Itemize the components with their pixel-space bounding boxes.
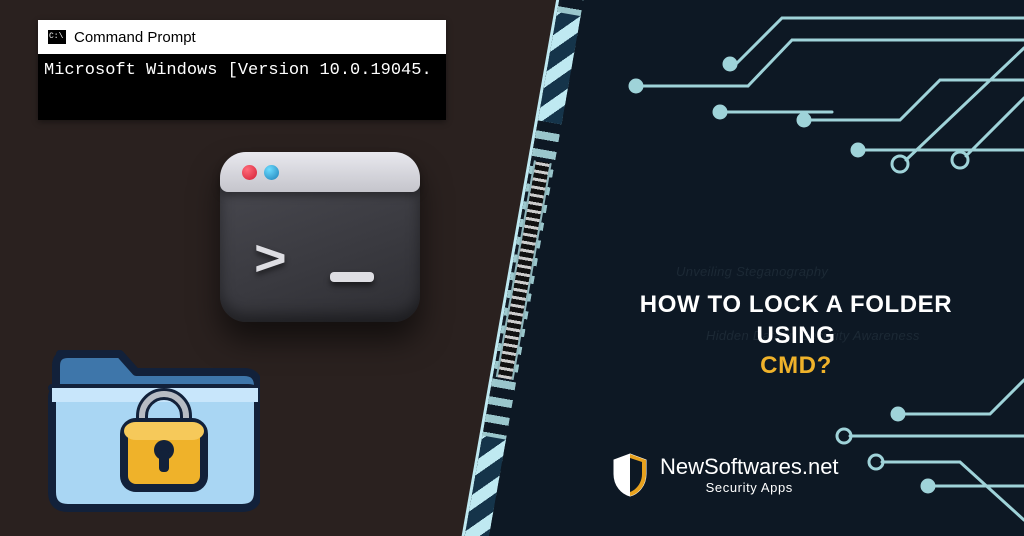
brand-shield-icon [610, 452, 650, 498]
promo-banner: Command Prompt Microsoft Windows [Versio… [0, 0, 1024, 536]
brand-name-main: NewSoftwares [660, 454, 802, 479]
headline-line-1: HOW TO LOCK A FOLDER USING [640, 291, 952, 349]
brand-name-domain: .net [802, 454, 839, 479]
brand-block: NewSoftwares.net Security Apps [610, 452, 839, 498]
brand-tagline: Security Apps [660, 481, 839, 494]
brand-name: NewSoftwares.net [660, 456, 839, 478]
headline: HOW TO LOCK A FOLDER USING CMD? [598, 290, 994, 382]
headline-line-2: CMD? [760, 352, 832, 379]
watermark-line-1: Unveiling Steganography [676, 264, 828, 279]
